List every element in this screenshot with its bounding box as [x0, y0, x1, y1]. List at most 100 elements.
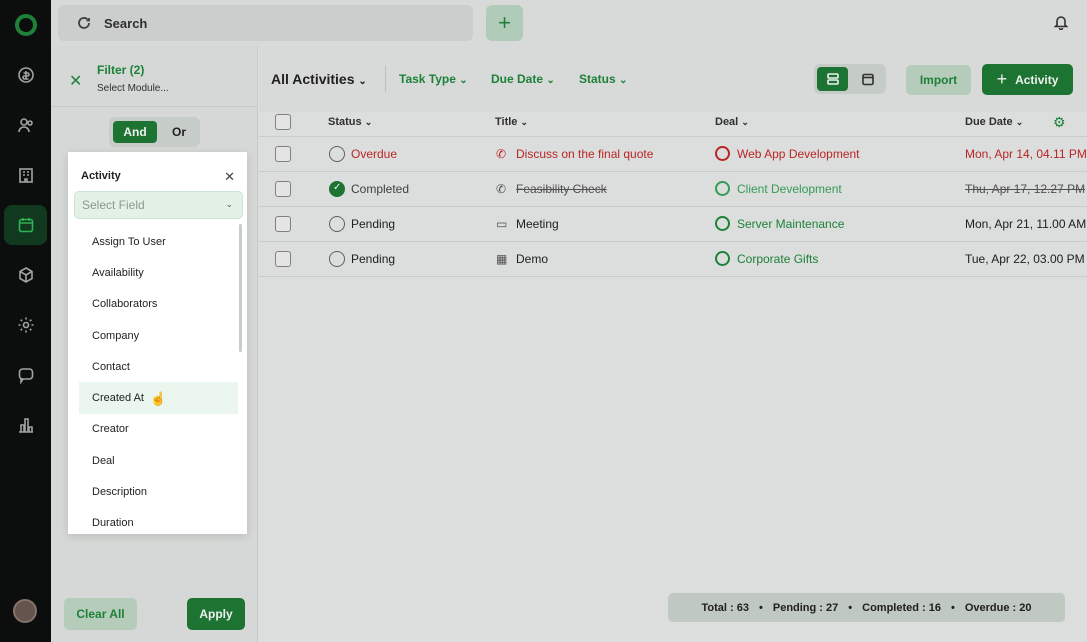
- chevron-down-icon: ⌄: [225, 199, 233, 209]
- filter-module-select[interactable]: Select Module...: [97, 83, 169, 94]
- products-box-icon[interactable]: [0, 255, 51, 295]
- search-bar[interactable]: Search: [58, 5, 473, 41]
- close-filter-icon[interactable]: ✕: [69, 71, 82, 91]
- status-toggle-icon[interactable]: [329, 251, 345, 267]
- chevron-down-icon: ⌄: [619, 75, 628, 86]
- close-icon[interactable]: ✕: [224, 169, 235, 185]
- field-option[interactable]: Description: [79, 476, 239, 507]
- list-view-icon[interactable]: [817, 67, 848, 91]
- completed-check-icon[interactable]: [329, 181, 345, 197]
- deal-link[interactable]: Corporate Gifts: [737, 252, 818, 266]
- field-option[interactable]: Assign To User: [79, 226, 239, 257]
- top-bar: Search +: [51, 0, 1087, 46]
- activity-title[interactable]: Feasibility Check: [516, 182, 607, 196]
- field-picker-popup: Activity ✕ Select Field ⌄ Assign To User…: [68, 152, 247, 534]
- deals-icon[interactable]: [0, 55, 51, 95]
- status-column-header[interactable]: Status ⌄: [328, 116, 372, 128]
- status-toggle-icon[interactable]: [329, 146, 345, 162]
- deal-target-icon: [715, 181, 730, 196]
- popup-title: Activity: [81, 170, 121, 182]
- due-date: Tue, Apr 22, 03.00 PM: [965, 252, 1085, 266]
- search-icon: [78, 17, 90, 29]
- deal-link[interactable]: Web App Development: [737, 147, 860, 161]
- calendar-view-icon[interactable]: [852, 67, 883, 91]
- chevron-down-icon: ⌄: [358, 76, 367, 87]
- field-option[interactable]: Deal: [79, 445, 239, 476]
- activity-title[interactable]: Demo: [516, 252, 548, 266]
- table-row[interactable]: Pending ▭ Meeting Server Maintenance Mon…: [259, 207, 1087, 242]
- activity-title[interactable]: Meeting: [516, 217, 559, 231]
- field-option[interactable]: Creator: [79, 414, 239, 445]
- deal-link[interactable]: Client Development: [737, 182, 842, 196]
- due-date-column-header[interactable]: Due Date ⌄: [965, 116, 1023, 128]
- list-scrollbar[interactable]: [239, 224, 242, 352]
- apply-button[interactable]: Apply: [187, 598, 245, 630]
- row-checkbox[interactable]: [275, 216, 291, 232]
- deal-target-icon: [715, 146, 730, 161]
- import-button[interactable]: Import: [906, 65, 971, 95]
- messages-chat-icon[interactable]: [0, 355, 51, 395]
- button-label: Activity: [1015, 72, 1059, 87]
- quick-add-button[interactable]: +: [486, 5, 523, 41]
- select-all-checkbox[interactable]: [275, 114, 291, 130]
- field-option[interactable]: Availability: [79, 257, 239, 288]
- filter-label: Task Type: [399, 72, 456, 86]
- table-row[interactable]: Pending ▦ Demo Corporate Gifts Tue, Apr …: [259, 242, 1087, 277]
- hand-cursor-icon: ☝: [150, 391, 167, 406]
- and-option[interactable]: And: [113, 121, 157, 143]
- field-options-list: Assign To User Availability Collaborator…: [79, 226, 239, 534]
- table-header: Status ⌄ Title ⌄ Deal ⌄ Due Date ⌄ ⚙: [259, 107, 1087, 137]
- field-option[interactable]: Collaborators: [79, 289, 239, 320]
- divider: [51, 106, 258, 107]
- app-logo-icon[interactable]: [15, 14, 37, 36]
- field-option[interactable]: Contact: [79, 351, 239, 382]
- row-checkbox[interactable]: [275, 146, 291, 162]
- pending-count: Pending : 27: [772, 601, 839, 614]
- or-option[interactable]: Or: [161, 121, 197, 143]
- clear-all-button[interactable]: Clear All: [64, 598, 137, 630]
- contacts-icon[interactable]: [0, 105, 51, 145]
- row-checkbox[interactable]: [275, 251, 291, 267]
- add-activity-button[interactable]: + Activity: [982, 64, 1073, 95]
- user-avatar[interactable]: [13, 599, 37, 623]
- activity-stats-bar: Total : 63 • Pending : 27 • Completed : …: [668, 593, 1065, 622]
- status-toggle-icon[interactable]: [329, 216, 345, 232]
- deal-column-header[interactable]: Deal ⌄: [715, 116, 749, 128]
- divider: [385, 66, 386, 92]
- title-column-header[interactable]: Title ⌄: [495, 116, 528, 128]
- activities-calendar-icon[interactable]: [4, 205, 47, 245]
- table-row[interactable]: Completed ✆ Feasibility Check Client Dev…: [259, 172, 1087, 207]
- total-count: Total : 63: [701, 601, 749, 614]
- video-icon: ▭: [496, 217, 508, 231]
- task-type-filter[interactable]: Task Type ⌄: [399, 72, 468, 86]
- separator-dot: •: [848, 601, 853, 614]
- chevron-down-icon: ⌄: [546, 75, 555, 86]
- activity-title[interactable]: Discuss on the final quote: [516, 147, 653, 161]
- deal-link[interactable]: Server Maintenance: [737, 217, 844, 231]
- separator-dot: •: [950, 601, 955, 614]
- reports-chart-icon[interactable]: [0, 405, 51, 445]
- status-text: Overdue: [351, 147, 398, 161]
- overdue-count: Overdue : 20: [964, 601, 1032, 614]
- status-filter[interactable]: Status ⌄: [579, 72, 627, 86]
- view-selector[interactable]: All Activities ⌄: [271, 71, 367, 87]
- row-checkbox[interactable]: [275, 181, 291, 197]
- deal-target-icon: [715, 216, 730, 231]
- due-date: Mon, Apr 14, 04.11 PM: [965, 147, 1087, 161]
- field-option[interactable]: Company: [79, 320, 239, 351]
- status-text: Pending: [351, 252, 396, 266]
- settings-gear-icon[interactable]: [0, 305, 51, 345]
- field-option[interactable]: Duration: [79, 508, 239, 534]
- activities-table: Status ⌄ Title ⌄ Deal ⌄ Due Date ⌄ ⚙ Ove…: [259, 107, 1087, 277]
- select-field-dropdown[interactable]: Select Field ⌄: [74, 191, 243, 219]
- due-date-filter[interactable]: Due Date ⌄: [491, 72, 555, 86]
- table-row[interactable]: Overdue ✆ Discuss on the final quote Web…: [259, 137, 1087, 172]
- phone-icon: ✆: [496, 182, 507, 196]
- column-settings-icon[interactable]: ⚙: [1053, 114, 1066, 131]
- separator-dot: •: [759, 601, 763, 614]
- completed-count: Completed : 16: [862, 601, 941, 614]
- notifications-bell-icon[interactable]: [1053, 14, 1069, 31]
- activities-toolbar: All Activities ⌄ Task Type ⌄ Due Date ⌄ …: [259, 46, 1087, 112]
- filter-title: Filter (2): [97, 63, 145, 77]
- companies-icon[interactable]: [0, 155, 51, 195]
